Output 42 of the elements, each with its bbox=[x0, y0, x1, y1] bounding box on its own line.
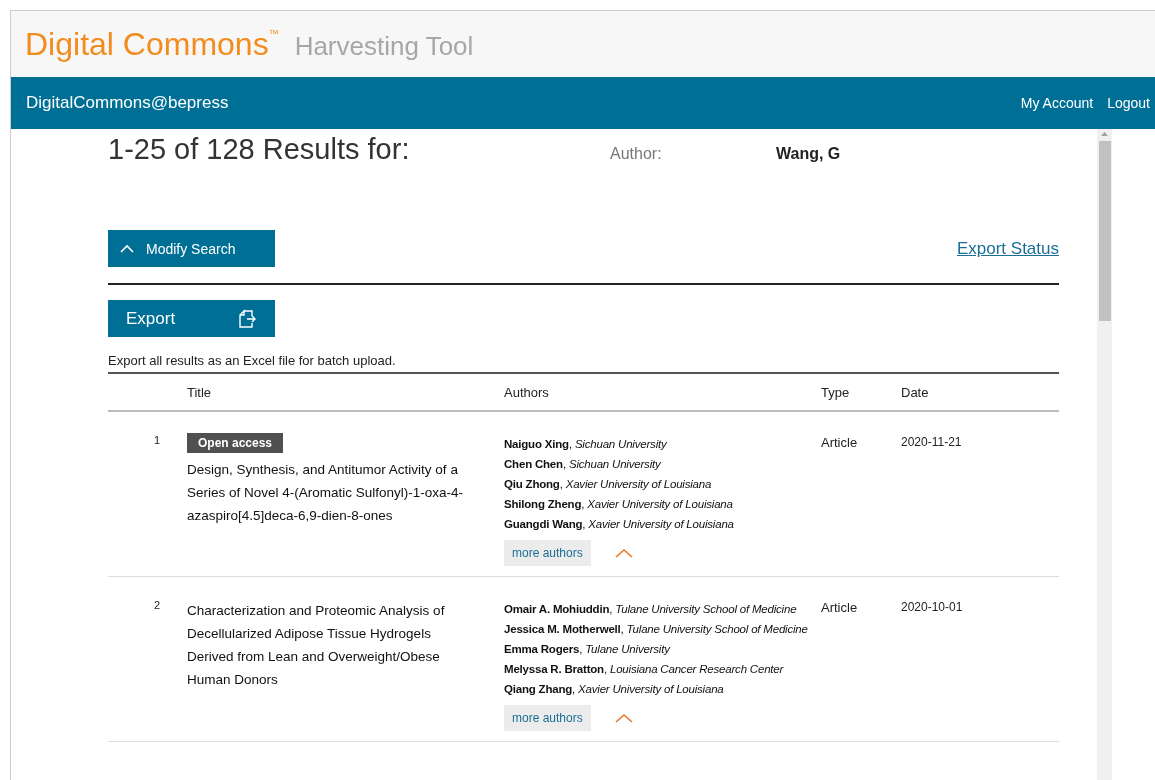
nav-link[interactable]: Logout bbox=[1107, 95, 1150, 111]
site-link[interactable]: DigitalCommons@bepress bbox=[26, 93, 229, 113]
author-line: Jessica M. Motherwell, Tulane University School of Medicine bbox=[504, 622, 809, 637]
article-title[interactable]: Characterization and Proteomic Analysis of Decellularized Adipose Tissue Hydrogels Derived from Lean and Overweight/Obese Human Donors bbox=[187, 599, 477, 691]
author-line: Shilong Zheng, Xavier University of Louisiana bbox=[504, 497, 734, 512]
caret-icon bbox=[120, 244, 134, 253]
field-label: Author: bbox=[610, 145, 663, 163]
author-line: Qiang Zhang, Xavier University of Louisiana bbox=[504, 682, 725, 697]
type-cell-text: Article bbox=[821, 600, 859, 615]
row-number: 2 bbox=[152, 599, 160, 611]
author-line: Emma Rogers, Tulane University bbox=[504, 642, 672, 657]
export-hint: Export all results as an Excel file for batch upload. bbox=[108, 353, 397, 368]
author-line: Qiu Zhong, Xavier University of Louisiana bbox=[504, 477, 713, 492]
more-authors-button[interactable]: more authors bbox=[504, 540, 591, 566]
author-line: Omair A. Mohiuddin, Tulane University School of Medicine bbox=[504, 602, 798, 617]
export-icon bbox=[237, 308, 257, 329]
scrollbar-thumb[interactable] bbox=[1098, 141, 1111, 321]
article-title[interactable]: Design, Synthesis, and Antitumor Activity of a Series of Novel 4-(Aromatic Sulfonyl)-1-oxa-4-azaspiro[4.5]deca-6,9-dien-8-ones bbox=[187, 458, 477, 527]
type-cell-text: Article bbox=[821, 435, 859, 450]
export-button[interactable]: Export bbox=[108, 300, 275, 337]
row-number: 1 bbox=[152, 434, 160, 446]
results-summary: 1-25 of 128 Results for: bbox=[108, 133, 411, 166]
author-line: Melyssa R. Bratton, Louisiana Cancer Research Center bbox=[504, 662, 785, 677]
author-line: Naiguo Xing, Sichuan University bbox=[504, 437, 668, 452]
column-header: Date bbox=[901, 384, 930, 400]
export-status-link[interactable]: Export Status bbox=[956, 238, 1059, 259]
open-access-badge: Open access bbox=[187, 433, 284, 453]
nav-link[interactable]: My Account bbox=[1020, 95, 1094, 111]
author-line: Chen Chen, Sichuan University bbox=[504, 457, 662, 472]
modify-search-button[interactable]: Modify Search bbox=[108, 230, 275, 267]
more-authors-button[interactable]: more authors bbox=[504, 705, 591, 731]
tool-title: Harvesting Tool bbox=[294, 30, 474, 62]
date-cell-text: 2020-10-01 bbox=[901, 600, 964, 614]
author-line: Guangdi Wang, Xavier University of Louisiana bbox=[504, 517, 735, 532]
date-cell-text: 2020-11-21 bbox=[901, 435, 963, 449]
field-value: Wang, G bbox=[776, 145, 841, 163]
caret-icon[interactable] bbox=[614, 713, 633, 723]
column-header: Authors bbox=[504, 384, 550, 400]
column-header: Type bbox=[821, 384, 851, 400]
scrollbar[interactable] bbox=[1097, 129, 1112, 780]
column-header: Title bbox=[187, 384, 213, 400]
caret-icon[interactable] bbox=[614, 548, 633, 558]
